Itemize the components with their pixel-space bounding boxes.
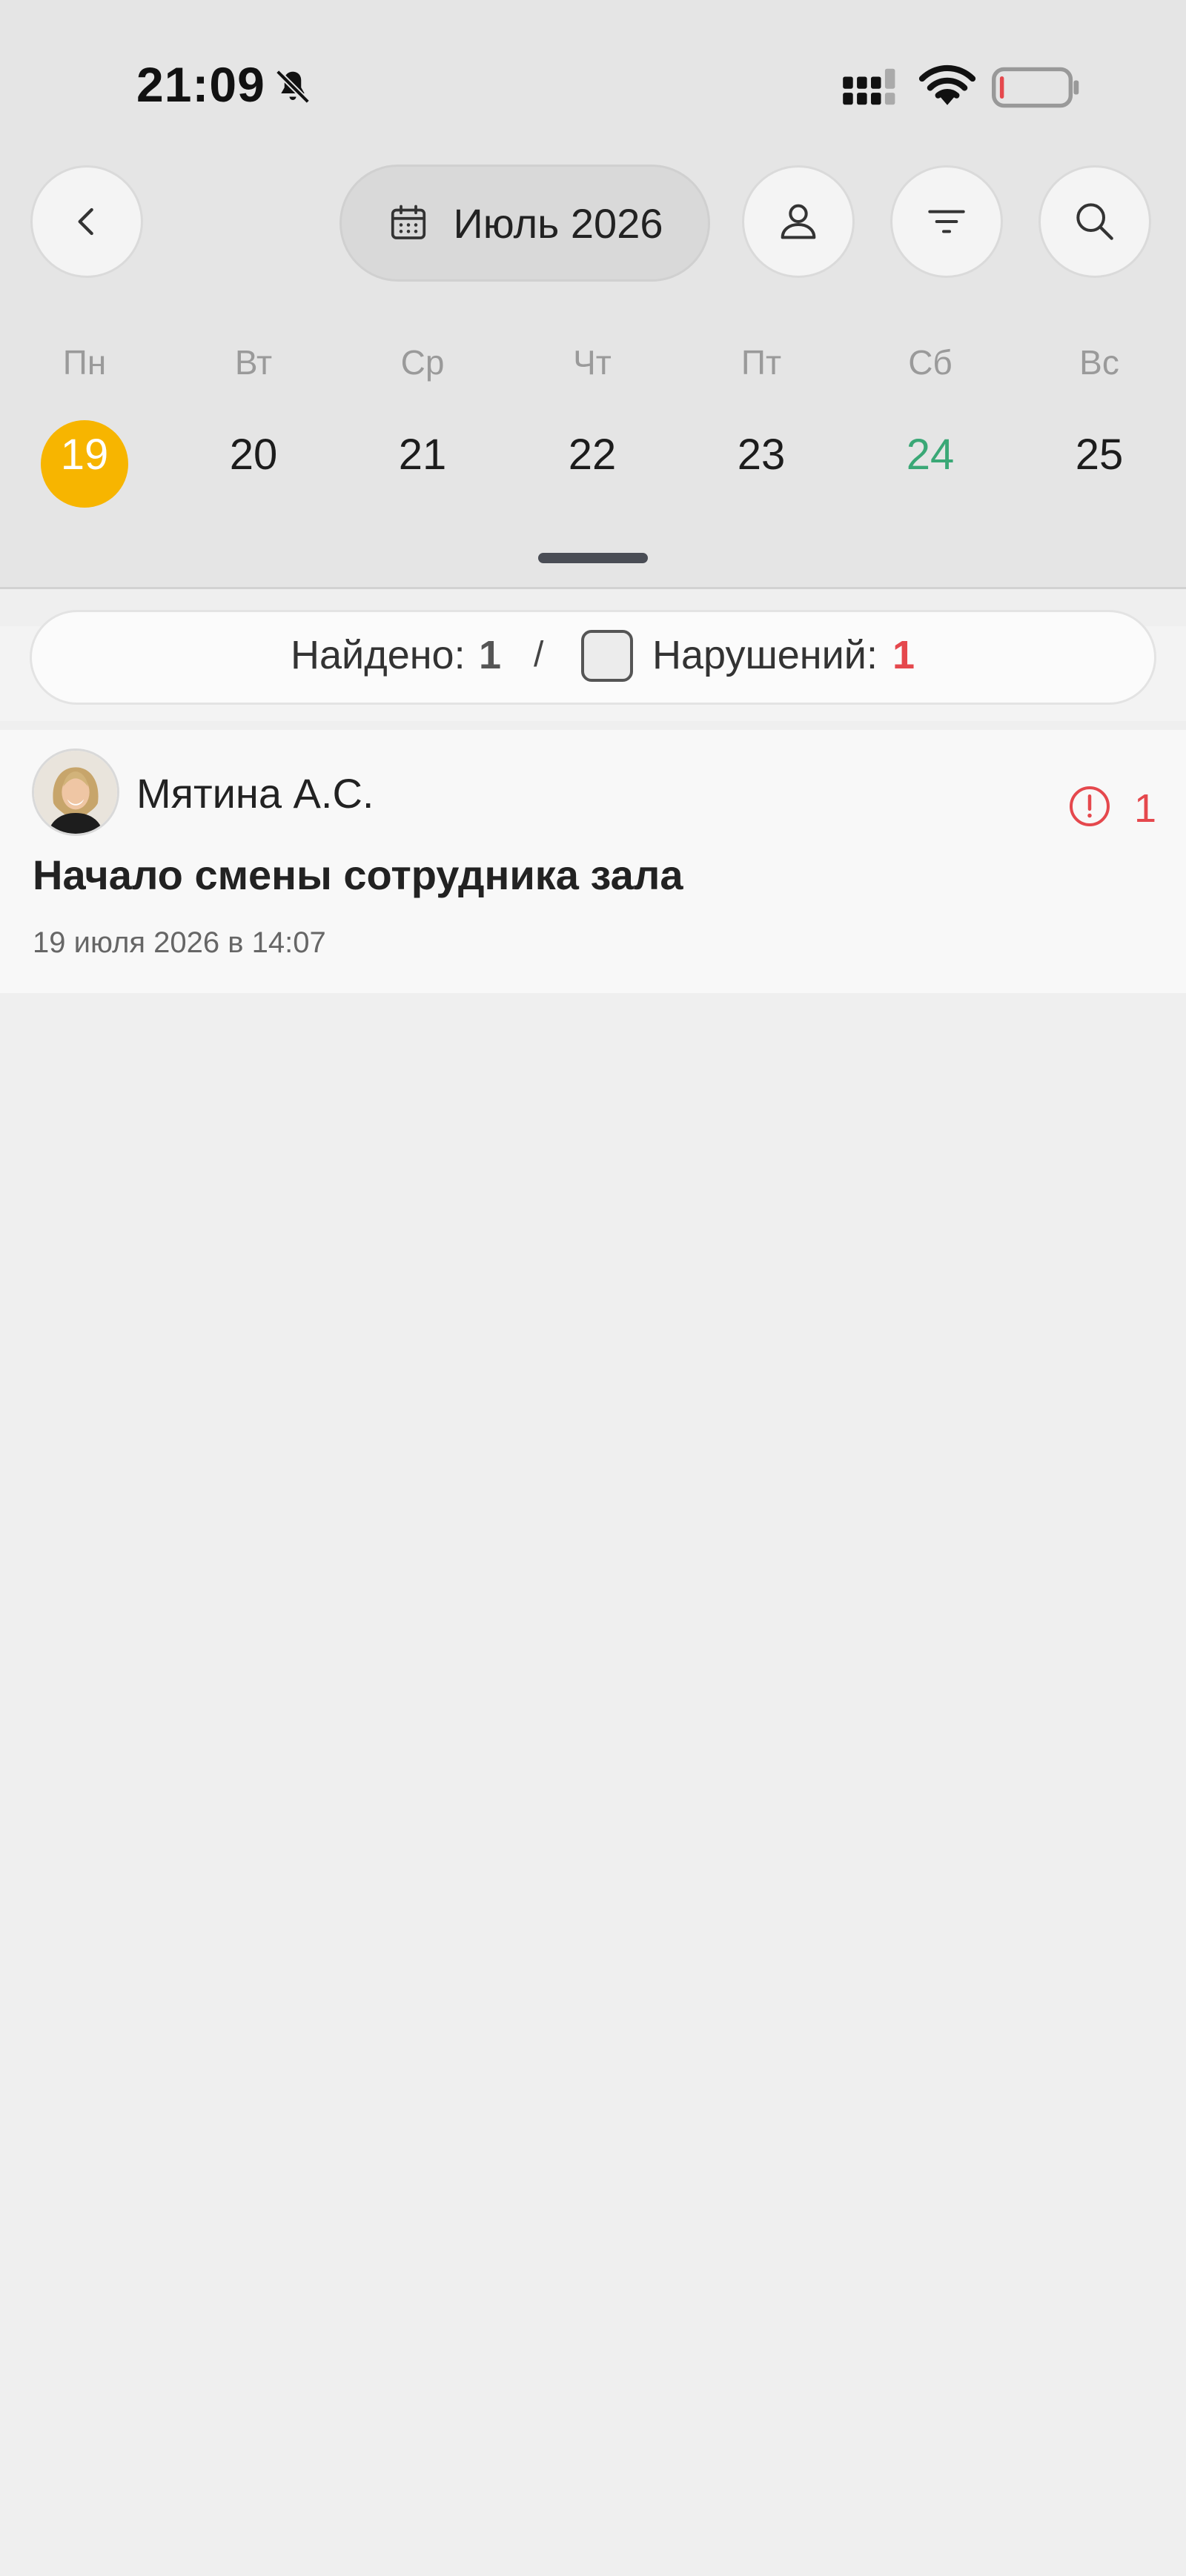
user-name: Мятина А.С. [136, 770, 374, 817]
alert-count: 1 [1134, 786, 1157, 831]
weekday-thu: Чт [573, 343, 612, 382]
summary-separator: / [534, 635, 544, 674]
status-time: 21:09 [136, 57, 265, 112]
wifi-icon [918, 64, 976, 105]
back-button[interactable] [30, 165, 143, 278]
filter-icon [928, 210, 965, 233]
weekday-sat: Сб [908, 343, 953, 382]
battery-low-icon [992, 67, 1079, 108]
weekday-sun: Вс [1079, 343, 1119, 382]
search-button[interactable] [1038, 165, 1151, 278]
month-label: Июль 2026 [453, 199, 663, 247]
day-20[interactable]: 20 [194, 430, 313, 479]
found-label: Найдено: [291, 633, 466, 677]
day-21[interactable]: 21 [363, 430, 482, 479]
avatar-photo [34, 751, 117, 834]
employee-filter-button[interactable] [742, 165, 855, 278]
event-title: Начало смены сотрудника зала [33, 852, 683, 898]
weekday-fri: Пт [741, 343, 782, 382]
bell-off-icon [275, 69, 311, 104]
day-19[interactable]: 19 [25, 430, 144, 479]
violations-label: Нарушений: [652, 633, 878, 677]
search-icon [1076, 203, 1113, 240]
day-25[interactable]: 25 [1040, 430, 1159, 479]
person-icon [781, 204, 816, 239]
back-icon [78, 208, 93, 236]
weekday-tue: Вт [234, 343, 273, 382]
filter-button[interactable] [890, 165, 1003, 278]
calendar-drag-handle[interactable] [538, 553, 648, 563]
header: 21:09 Июль 2026 Пн Вт Ср Чт Пт Сб Вс 19 … [0, 0, 1186, 589]
event-datetime: 19 июля 2026 в 14:07 [33, 926, 326, 959]
day-22[interactable]: 22 [533, 430, 652, 479]
avatar [32, 748, 119, 836]
day-24[interactable]: 24 [871, 430, 990, 479]
signal-icon [843, 68, 895, 105]
calendar-icon [391, 205, 426, 239]
violations-count: 1 [892, 633, 915, 677]
weekday-mon: Пн [62, 343, 107, 382]
month-picker-button[interactable]: Июль 2026 [339, 165, 710, 282]
alert-circle-icon [1070, 786, 1110, 826]
day-23[interactable]: 23 [702, 430, 821, 479]
violations-only-checkbox[interactable] [581, 630, 633, 682]
weekday-wed: Ср [400, 343, 445, 382]
found-count: 1 [479, 633, 502, 677]
